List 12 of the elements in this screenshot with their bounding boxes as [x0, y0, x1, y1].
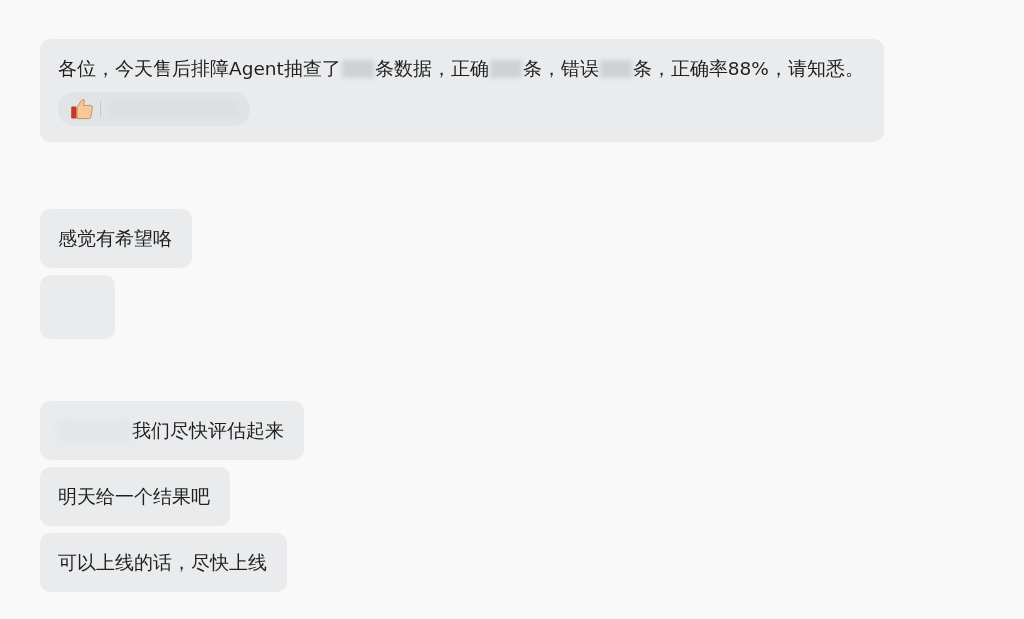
message-text: 明天给一个结果吧: [58, 485, 210, 509]
redacted-block: [489, 59, 522, 78]
message-text: 条，正确率88%，请知悉。: [632, 57, 864, 81]
message-text: 条，错误: [522, 57, 599, 81]
message-text: 各位，今天售后排障Agent抽查了: [58, 57, 341, 81]
message-text: 我们尽快评估起来: [132, 419, 284, 443]
message-text: 可以上线的话，尽快上线: [58, 551, 267, 575]
message-text: 条数据，正确: [374, 57, 489, 81]
thumbs-up-icon: [70, 97, 94, 121]
message-text: 感觉有希望咯: [58, 227, 172, 251]
redacted-block: [599, 59, 632, 78]
redacted-block: [341, 59, 374, 78]
